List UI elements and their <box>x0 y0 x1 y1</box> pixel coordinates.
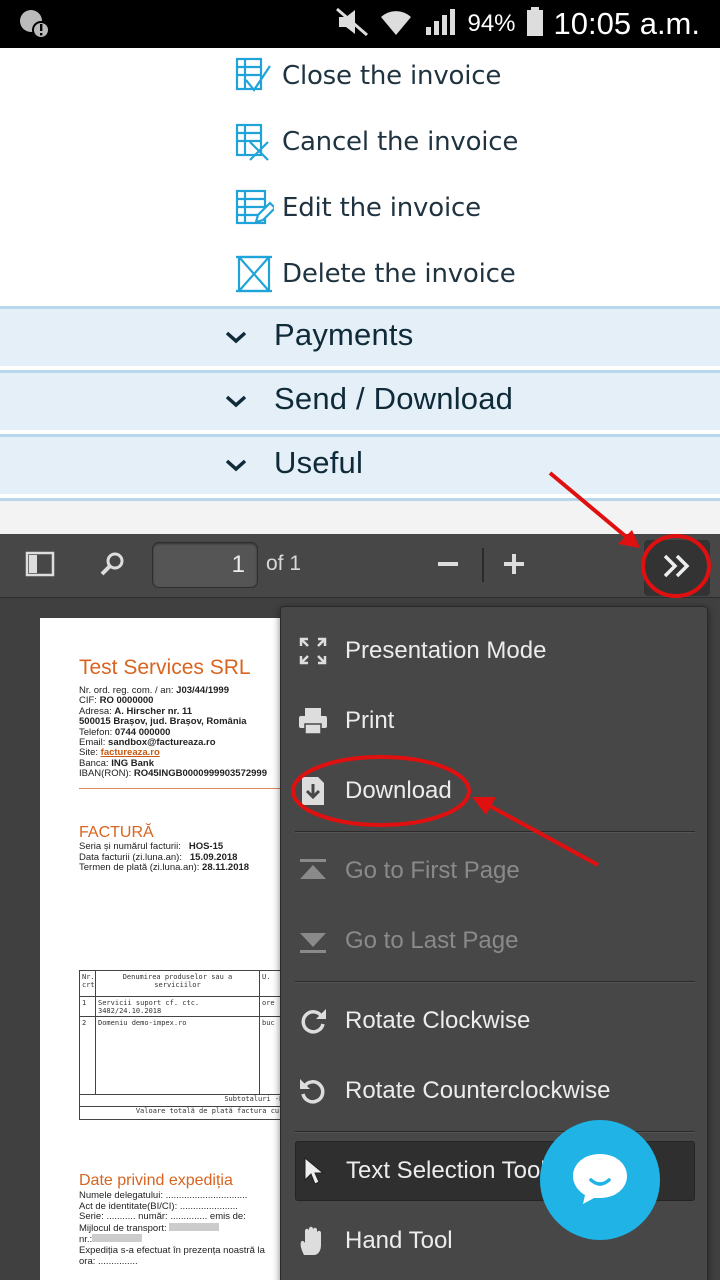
print-icon <box>295 703 331 739</box>
invoice-check-icon <box>234 56 274 96</box>
double-chevron-right-icon <box>660 552 694 584</box>
shipping-title: Date privind expediția <box>79 1172 233 1189</box>
company-name: Test Services SRL <box>79 656 251 679</box>
first-page-icon <box>295 853 331 889</box>
last-page-button[interactable]: Go to Last Page <box>295 913 695 969</box>
rotate-counterclockwise-icon <box>295 1073 331 1109</box>
edit-invoice-label: Edit the invoice <box>282 193 481 223</box>
pdf-page: Test Services SRL Nr. ord. reg. com. / a… <box>40 618 284 1280</box>
delete-invoice-label: Delete the invoice <box>282 259 516 289</box>
chat-bubble-icon <box>570 1150 630 1210</box>
zoom-in-button[interactable] <box>492 544 536 588</box>
page-number-input[interactable]: 1 <box>152 542 258 588</box>
accordion-useful[interactable]: Useful <box>0 434 720 494</box>
accordion-payments-label: Payments <box>274 317 414 352</box>
table-header: Nr. crt Denumirea produselor sau a servi… <box>80 971 284 997</box>
chevron-down-icon <box>222 451 250 479</box>
presentation-mode-button[interactable]: Presentation Mode <box>295 623 695 679</box>
battery-percent: 94% <box>467 10 516 37</box>
accordion-send-download-label: Send / Download <box>274 381 514 416</box>
notification-icon <box>18 8 52 44</box>
status-bar: 94% 10:05 a.m. <box>0 0 720 48</box>
invoice-cancel-icon <box>234 122 274 162</box>
search-icon <box>98 550 126 582</box>
accordion-send-download[interactable]: Send / Download <box>0 370 720 430</box>
mute-icon <box>335 7 369 42</box>
page-spacer <box>0 501 720 534</box>
divider <box>79 788 284 789</box>
rotate-counterclockwise-label: Rotate Counterclockwise <box>345 1077 611 1104</box>
site-link[interactable]: factureaza.ro <box>101 747 160 758</box>
toolbar-separator <box>482 548 484 582</box>
sidebar-icon <box>25 551 55 581</box>
invoice-table: Nr. crt Denumirea produselor sau a servi… <box>79 970 284 1120</box>
text-selection-tool-label: Text Selection Tool <box>346 1157 546 1184</box>
close-invoice-action[interactable]: Close the invoice <box>234 51 501 101</box>
tools-menu-button[interactable] <box>644 540 710 596</box>
print-button[interactable]: Print <box>295 693 695 749</box>
menu-separator <box>295 981 695 983</box>
table-row: 2 Domeniu demo-impex.ro buc <box>80 1017 284 1095</box>
cursor-icon <box>296 1153 332 1189</box>
zoom-out-button[interactable] <box>426 544 470 588</box>
invoice-edit-icon <box>234 188 277 228</box>
accordion-payments[interactable]: Payments <box>0 306 720 366</box>
rotate-clockwise-button[interactable]: Rotate Clockwise <box>295 993 695 1049</box>
rotate-counterclockwise-button[interactable]: Rotate Counterclockwise <box>295 1063 695 1119</box>
last-page-icon <box>295 923 331 959</box>
total-row: Valoare totală de plată factura curent <box>135 1107 284 1115</box>
battery-icon <box>526 6 544 42</box>
chevron-down-icon <box>222 387 250 415</box>
delete-invoice-action[interactable]: Delete the invoice <box>234 249 516 299</box>
page-count-label: of 1 <box>266 552 302 575</box>
shipping-details: Numele delegatului: ....................… <box>79 1190 265 1267</box>
first-page-button[interactable]: Go to First Page <box>295 843 695 899</box>
invoice-delete-icon <box>234 254 274 294</box>
wifi-icon <box>379 7 413 42</box>
rotate-clockwise-label: Rotate Clockwise <box>345 1007 531 1034</box>
last-page-label: Go to Last Page <box>345 927 519 954</box>
first-page-label: Go to First Page <box>345 857 520 884</box>
hand-icon <box>295 1223 331 1259</box>
download-button[interactable]: Download <box>295 763 695 819</box>
rotate-clockwise-icon <box>295 1003 331 1039</box>
print-label: Print <box>345 707 395 734</box>
download-label: Download <box>345 777 452 804</box>
find-button[interactable] <box>90 544 134 588</box>
subtotal-row: Subtotaluri -RON- <box>80 1095 284 1107</box>
close-invoice-label: Close the invoice <box>282 61 502 91</box>
accordion-useful-label: Useful <box>274 445 364 480</box>
chat-widget-button[interactable] <box>540 1120 660 1240</box>
table-row: 1 Servicii suport cf. ctc. 3482/24.10.20… <box>80 997 284 1017</box>
sidebar-toggle-button[interactable] <box>18 544 62 588</box>
signal-icon <box>423 7 457 42</box>
presentation-mode-label: Presentation Mode <box>345 637 547 664</box>
download-icon <box>295 773 331 809</box>
presentation-mode-icon <box>295 633 331 669</box>
pdf-toolbar: 1 of 1 <box>0 534 720 598</box>
invoice-details: Seria și numărul facturii: HOS-15 Data f… <box>79 841 250 874</box>
company-details: Nr. ord. reg. com. / an: J03/44/1999 CIF… <box>79 685 267 780</box>
hand-tool-label: Hand Tool <box>345 1227 453 1254</box>
edit-invoice-action[interactable]: Edit the invoice <box>234 183 481 233</box>
chevron-down-icon <box>222 323 250 351</box>
clock: 10:05 a.m. <box>553 6 700 41</box>
minus-icon <box>436 552 460 580</box>
menu-separator <box>295 831 695 833</box>
cancel-invoice-action[interactable]: Cancel the invoice <box>234 117 518 167</box>
plus-icon <box>502 552 526 580</box>
invoice-title: FACTURĂ <box>79 824 154 841</box>
cancel-invoice-label: Cancel the invoice <box>282 127 519 157</box>
